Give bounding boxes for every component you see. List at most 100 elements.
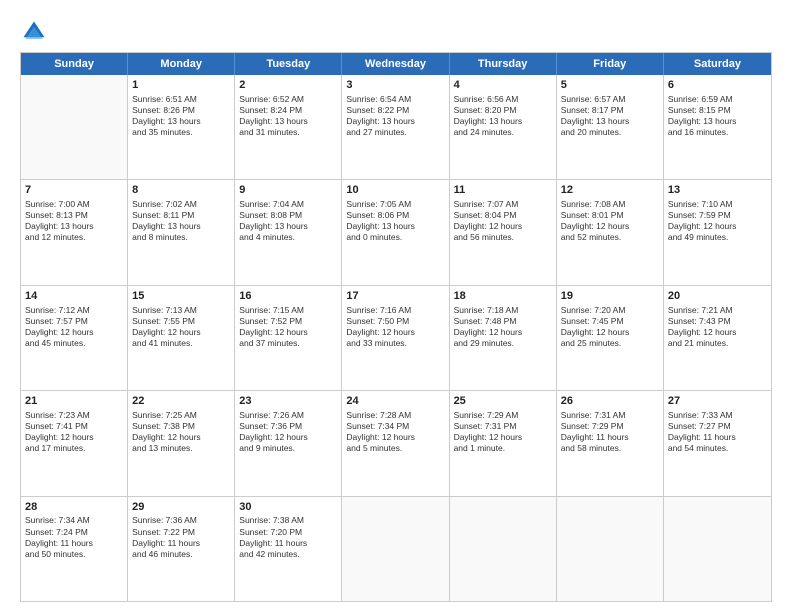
day-cell-22: 22Sunrise: 7:25 AMSunset: 7:38 PMDayligh… [128,391,235,495]
empty-cell-4-3 [342,497,449,601]
day-info-line: Sunrise: 6:59 AM [668,94,767,105]
day-info-line: Daylight: 13 hours [25,221,123,232]
calendar-row-4: 28Sunrise: 7:34 AMSunset: 7:24 PMDayligh… [21,497,771,601]
day-info-line: and 58 minutes. [561,443,659,454]
day-info-line: Sunset: 7:50 PM [346,316,444,327]
day-number: 15 [132,289,230,304]
day-info-line: Sunset: 7:52 PM [239,316,337,327]
day-info-line: Sunset: 8:17 PM [561,105,659,116]
day-number: 12 [561,183,659,198]
empty-cell-0-0 [21,75,128,179]
day-number: 7 [25,183,123,198]
day-info-line: Sunset: 7:36 PM [239,421,337,432]
day-info-line: Daylight: 12 hours [132,432,230,443]
day-info-line: Daylight: 12 hours [25,327,123,338]
day-cell-3: 3Sunrise: 6:54 AMSunset: 8:22 PMDaylight… [342,75,449,179]
day-info-line: and 45 minutes. [25,338,123,349]
day-info-line: Sunrise: 7:33 AM [668,410,767,421]
day-info-line: Sunset: 8:22 PM [346,105,444,116]
day-info-line: and 27 minutes. [346,127,444,138]
day-info-line: Daylight: 13 hours [454,116,552,127]
day-info-line: Daylight: 12 hours [454,221,552,232]
day-info-line: and 35 minutes. [132,127,230,138]
day-info-line: Sunrise: 7:00 AM [25,199,123,210]
day-cell-30: 30Sunrise: 7:38 AMSunset: 7:20 PMDayligh… [235,497,342,601]
day-info-line: Sunrise: 7:34 AM [25,515,123,526]
header-day-friday: Friday [557,53,664,75]
day-info-line: Sunrise: 7:21 AM [668,305,767,316]
day-info-line: Sunrise: 7:36 AM [132,515,230,526]
day-number: 5 [561,78,659,93]
day-info-line: Sunset: 8:04 PM [454,210,552,221]
day-info-line: Daylight: 12 hours [239,432,337,443]
day-info-line: Sunset: 7:29 PM [561,421,659,432]
day-number: 11 [454,183,552,198]
day-info-line: Sunset: 8:20 PM [454,105,552,116]
day-cell-18: 18Sunrise: 7:18 AMSunset: 7:48 PMDayligh… [450,286,557,390]
day-info-line: Sunset: 7:43 PM [668,316,767,327]
day-info-line: Daylight: 12 hours [346,432,444,443]
calendar-row-1: 7Sunrise: 7:00 AMSunset: 8:13 PMDaylight… [21,180,771,285]
header [20,18,772,46]
day-cell-20: 20Sunrise: 7:21 AMSunset: 7:43 PMDayligh… [664,286,771,390]
day-info-line: Daylight: 13 hours [132,116,230,127]
day-info-line: and 17 minutes. [25,443,123,454]
day-number: 2 [239,78,337,93]
day-number: 24 [346,394,444,409]
day-info-line: and 24 minutes. [454,127,552,138]
day-info-line: Sunrise: 7:02 AM [132,199,230,210]
day-info-line: Sunrise: 7:08 AM [561,199,659,210]
day-info-line: Daylight: 12 hours [454,432,552,443]
calendar-row-0: 1Sunrise: 6:51 AMSunset: 8:26 PMDaylight… [21,75,771,180]
day-info-line: Daylight: 13 hours [132,221,230,232]
day-info-line: Sunrise: 7:26 AM [239,410,337,421]
day-info-line: Daylight: 13 hours [561,116,659,127]
day-info-line: Daylight: 11 hours [132,538,230,549]
day-info-line: Sunrise: 7:38 AM [239,515,337,526]
day-cell-1: 1Sunrise: 6:51 AMSunset: 8:26 PMDaylight… [128,75,235,179]
day-info-line: Sunrise: 7:04 AM [239,199,337,210]
day-cell-12: 12Sunrise: 7:08 AMSunset: 8:01 PMDayligh… [557,180,664,284]
day-cell-23: 23Sunrise: 7:26 AMSunset: 7:36 PMDayligh… [235,391,342,495]
day-info-line: Sunrise: 7:07 AM [454,199,552,210]
day-info-line: Sunset: 7:48 PM [454,316,552,327]
day-info-line: Sunset: 7:34 PM [346,421,444,432]
day-info-line: and 8 minutes. [132,232,230,243]
day-number: 16 [239,289,337,304]
day-info-line: Sunrise: 6:56 AM [454,94,552,105]
day-number: 14 [25,289,123,304]
day-info-line: Sunset: 7:45 PM [561,316,659,327]
day-number: 18 [454,289,552,304]
day-info-line: Daylight: 11 hours [25,538,123,549]
day-cell-26: 26Sunrise: 7:31 AMSunset: 7:29 PMDayligh… [557,391,664,495]
day-cell-13: 13Sunrise: 7:10 AMSunset: 7:59 PMDayligh… [664,180,771,284]
day-number: 8 [132,183,230,198]
day-info-line: and 21 minutes. [668,338,767,349]
day-number: 17 [346,289,444,304]
day-info-line: Sunset: 8:08 PM [239,210,337,221]
day-info-line: Sunrise: 7:18 AM [454,305,552,316]
day-info-line: Sunrise: 6:52 AM [239,94,337,105]
empty-cell-4-4 [450,497,557,601]
calendar-row-3: 21Sunrise: 7:23 AMSunset: 7:41 PMDayligh… [21,391,771,496]
day-info-line: Sunrise: 7:25 AM [132,410,230,421]
day-info-line: Sunrise: 7:31 AM [561,410,659,421]
day-info-line: Sunrise: 7:23 AM [25,410,123,421]
day-info-line: and 49 minutes. [668,232,767,243]
day-info-line: and 13 minutes. [132,443,230,454]
day-info-line: Sunrise: 7:29 AM [454,410,552,421]
day-number: 4 [454,78,552,93]
day-cell-29: 29Sunrise: 7:36 AMSunset: 7:22 PMDayligh… [128,497,235,601]
day-info-line: Sunset: 7:20 PM [239,527,337,538]
day-info-line: Daylight: 11 hours [561,432,659,443]
header-day-monday: Monday [128,53,235,75]
day-info-line: Sunset: 7:24 PM [25,527,123,538]
day-number: 26 [561,394,659,409]
day-cell-21: 21Sunrise: 7:23 AMSunset: 7:41 PMDayligh… [21,391,128,495]
day-info-line: Sunrise: 7:13 AM [132,305,230,316]
day-info-line: Sunrise: 6:57 AM [561,94,659,105]
day-info-line: and 54 minutes. [668,443,767,454]
day-info-line: Daylight: 12 hours [668,221,767,232]
day-info-line: and 41 minutes. [132,338,230,349]
day-info-line: Sunrise: 7:20 AM [561,305,659,316]
